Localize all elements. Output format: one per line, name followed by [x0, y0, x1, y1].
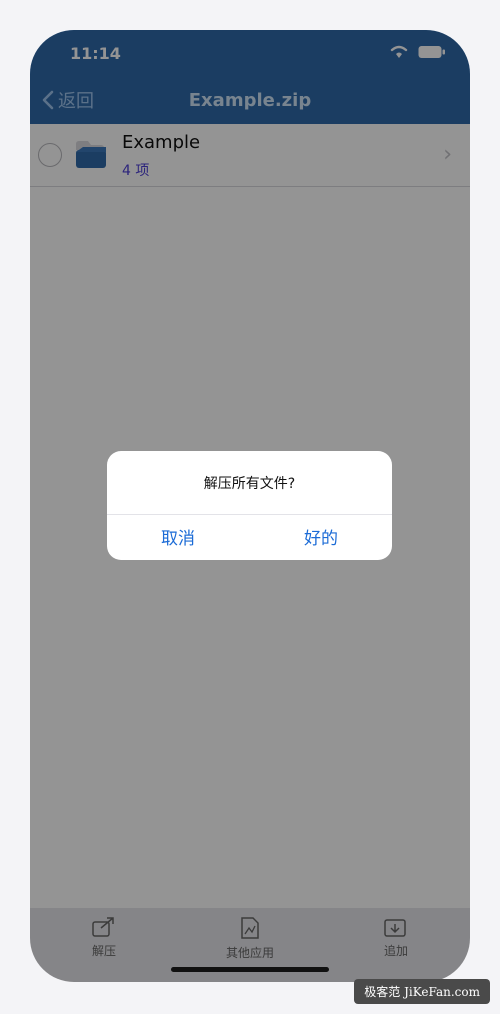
watermark: 极客范 JiKeFan.com [354, 979, 490, 1004]
alert-dialog: 解压所有文件? 取消 好的 [107, 451, 392, 560]
phone-screen: 11:14 返回 Example.zip Example 4 项 › 解压 其他… [30, 30, 470, 982]
alert-divider [107, 514, 392, 515]
home-indicator [171, 967, 329, 972]
cancel-button[interactable]: 取消 [107, 524, 249, 549]
alert-message: 解压所有文件? [203, 476, 296, 492]
ok-button[interactable]: 好的 [250, 524, 392, 549]
